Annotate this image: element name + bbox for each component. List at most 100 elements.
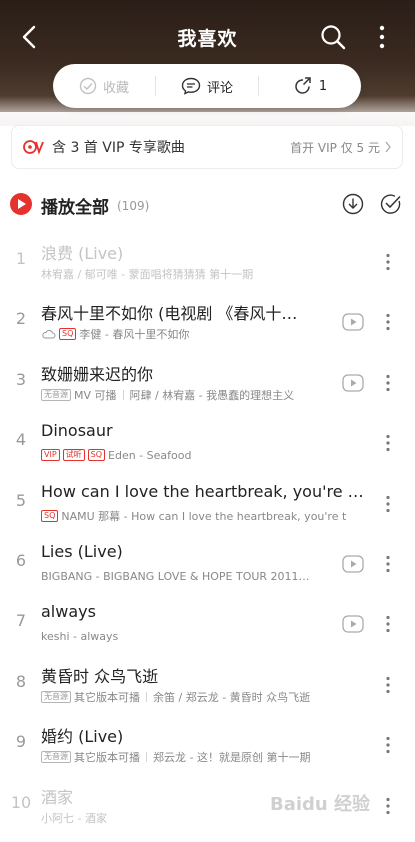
song-index: 3 — [15, 369, 27, 389]
song-meta: 无音源 其它版本可播 郑云龙 - 这！就是原创 第十一期 — [41, 749, 369, 765]
song-more-icon[interactable] — [382, 433, 394, 453]
song-artist-album: NAMU 那幕 - How can I love the heartbreak,… — [61, 509, 347, 523]
song-title: Dinosaur — [41, 421, 113, 441]
song-meta: SQ NAMU 那幕 - How can I love the heartbrea… — [41, 508, 369, 524]
song-artist-album: keshi - always — [41, 629, 119, 643]
playable-note: 其它版本可播 — [74, 751, 140, 765]
mv-play-icon[interactable] — [342, 615, 364, 634]
playable-note: 其它版本可播 — [74, 690, 140, 704]
song-more-icon[interactable] — [382, 494, 394, 514]
song-index: 6 — [15, 551, 27, 570]
mv-play-icon[interactable] — [342, 313, 364, 332]
multi-select-icon — [380, 194, 401, 214]
song-meta: SQ 李健 - 春风十里不如你 — [41, 326, 331, 342]
song-index: 4 — [15, 430, 27, 450]
song-more-icon[interactable] — [382, 554, 394, 574]
download-button[interactable] — [342, 193, 364, 215]
song-artist-album: 小阿七 - 酒家 — [41, 811, 107, 825]
song-more-icon[interactable] — [382, 312, 394, 332]
action-bar: 收藏 评论 1 — [53, 64, 361, 108]
song-more-icon[interactable] — [382, 614, 394, 634]
more-options-button[interactable] — [372, 22, 392, 52]
song-row[interactable]: 3 致姗姗来迟的你无音源 MV 可播 阿肆 / 林宥嘉 - 我愚蠢的理想主义 — [0, 353, 415, 413]
song-row[interactable]: 4 Dinosaur VIP 试听 SQ Eden - Seafood — [0, 413, 415, 473]
comment-button[interactable]: 评论 — [156, 64, 258, 108]
mv-play-icon[interactable] — [342, 374, 364, 392]
playable-note: MV 可播 — [74, 388, 117, 402]
play-all-row: 播放全部 (109) — [0, 188, 415, 222]
song-title: 浪费 (Live) — [41, 244, 124, 263]
meta-divider — [122, 389, 124, 400]
song-more-icon[interactable] — [382, 373, 394, 393]
song-meta: VIP 试听 SQ Eden - Seafood — [41, 447, 369, 463]
search-button[interactable] — [318, 22, 348, 52]
song-row[interactable]: 5 How can I love the heartbreak, you're t… — [0, 474, 415, 534]
song-index: 8 — [15, 671, 27, 691]
song-meta: keshi - always — [41, 628, 331, 644]
song-artist-album: 郑云龙 - 这！就是原创 第十一期 — [153, 751, 311, 765]
song-row[interactable]: 6 Lies (Live) BIGBANG - BIGBANG LOVE & HOP… — [0, 534, 415, 594]
song-tag: SQ — [41, 509, 59, 522]
song-title: always — [41, 602, 96, 622]
song-row[interactable]: 1 浪费 (Live) 林宥嘉 / 郁可唯 - 蒙面唱将猜猜猜 第十一期 — [0, 232, 415, 292]
song-more-icon[interactable] — [382, 252, 394, 272]
meta-divider — [146, 691, 147, 702]
song-artist-album: 余笛 / 郑云龙 - 黄昏时 众鸟飞逝 — [153, 690, 311, 704]
watermark: Baidu 经验 — [270, 794, 371, 815]
song-row[interactable]: 8 黄昏时 众鸟飞逝无音源 其它版本可播 余笛 / 郑云龙 - 黄昏时 众鸟飞逝 — [0, 655, 415, 715]
share-button[interactable]: 1 — [259, 64, 361, 108]
song-title: How can I love the heartbreak, you're th… — [41, 481, 369, 501]
song-index: 5 — [15, 490, 27, 510]
song-title: 致姗姗来迟的你 — [41, 364, 154, 384]
more-vertical-icon — [379, 25, 385, 49]
song-index: 7 — [15, 611, 27, 631]
song-artist-album: 李健 - 春风十里不如你 — [79, 328, 190, 342]
song-tag: 无音源 — [41, 751, 71, 764]
song-title: 黄昏时 众鸟飞逝 — [41, 666, 159, 686]
meta-divider — [146, 752, 147, 763]
song-row[interactable]: 9 婚约 (Live) 无音源 其它版本可播 郑云龙 - 这！就是原创 第十一期 — [0, 715, 415, 775]
search-icon — [321, 25, 346, 50]
song-tag: 试听 — [62, 449, 85, 462]
check-circle-icon — [79, 77, 97, 95]
song-row[interactable]: 2 春风十里不如你 (电视剧 《春风十… SQ 李健 - 春风十里不如你 — [0, 292, 415, 352]
song-index: 1 — [15, 249, 27, 268]
song-row[interactable]: 7 always keshi - always — [0, 594, 415, 654]
song-more-icon[interactable] — [382, 675, 394, 695]
song-more-icon[interactable] — [382, 735, 394, 755]
play-all-button[interactable] — [10, 193, 32, 215]
play-all-label[interactable]: 播放全部 — [41, 193, 109, 218]
collect-button[interactable]: 收藏 — [53, 64, 155, 108]
download-icon — [342, 193, 364, 215]
song-title: 婚约 (Live) — [41, 727, 124, 747]
song-artist-album: Eden - Seafood — [108, 448, 192, 462]
vip-logo-icon — [23, 140, 44, 155]
song-artist-album: 林宥嘉 / 郁可唯 - 蒙面唱将猜猜猜 第十一期 — [41, 268, 254, 281]
song-title: Lies (Live) — [41, 542, 123, 561]
song-meta: 林宥嘉 / 郁可唯 - 蒙面唱将猜猜猜 第十一期 — [41, 266, 369, 282]
song-artist-album: 阿肆 / 林宥嘉 - 我愚蠢的理想主义 — [129, 388, 295, 402]
page-title: 我喜欢 — [177, 28, 238, 50]
song-index: 9 — [15, 732, 27, 752]
song-artist-album: BIGBANG - BIGBANG LOVE & HOPE TOUR 2011… — [41, 569, 310, 583]
vip-banner[interactable]: 含 3 首 VIP 专享歌曲 首开 VIP 仅 5 元 — [11, 125, 403, 169]
song-tag: SQ — [59, 328, 77, 341]
share-icon — [295, 77, 311, 94]
song-tag: 无音源 — [41, 690, 71, 703]
song-more-icon[interactable] — [382, 796, 394, 816]
comment-label: 评论 — [206, 80, 233, 96]
mv-play-icon[interactable] — [342, 555, 364, 573]
song-count: (109) — [117, 199, 150, 213]
share-count: 1 — [318, 78, 328, 94]
song-meta: 无音源 其它版本可播 余笛 / 郑云龙 - 黄昏时 众鸟飞逝 — [41, 689, 369, 705]
song-index: 2 — [15, 309, 27, 329]
multi-select-button[interactable] — [380, 193, 402, 215]
vip-promo-text: 首开 VIP 仅 5 元 — [290, 140, 380, 155]
cloud-icon — [42, 330, 56, 339]
song-tag: SQ — [87, 449, 106, 462]
comment-icon — [181, 77, 201, 95]
song-tag: 无音源 — [41, 388, 71, 401]
vip-banner-text: 含 3 首 VIP 专享歌曲 — [52, 140, 185, 156]
collect-label: 收藏 — [102, 80, 129, 96]
song-meta: 无音源 MV 可播 阿肆 / 林宥嘉 - 我愚蠢的理想主义 — [41, 387, 331, 403]
